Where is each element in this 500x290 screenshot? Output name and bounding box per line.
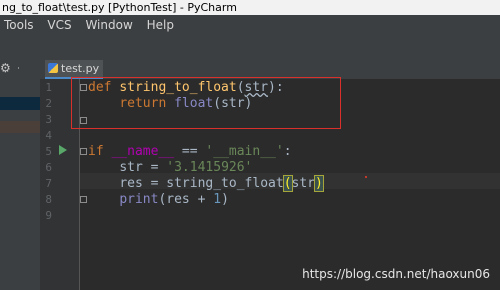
highlight-annotation-box <box>71 77 341 129</box>
menu-bar: Tools VCS Window Help <box>0 15 500 35</box>
operator: == <box>174 144 206 159</box>
variable: str <box>119 160 143 175</box>
line-number: 5 <box>45 145 52 158</box>
code-line-5[interactable]: if __name__ == '__main__': <box>88 144 292 160</box>
gear-icon[interactable]: ⚙ <box>0 62 12 74</box>
operator: = <box>142 160 167 175</box>
paren: ) <box>221 192 229 207</box>
sidebar-selected-item[interactable] <box>0 97 40 110</box>
sidebar-item[interactable] <box>0 121 40 133</box>
toolbar-row <box>0 35 500 60</box>
watermark: https://blog.csdn.net/haoxun06 <box>302 267 490 281</box>
menu-tools[interactable]: Tools <box>4 18 34 32</box>
string-literal: '3.1415926' <box>166 160 253 175</box>
line-number: 3 <box>45 113 52 126</box>
window-title: ng_to_float\test.py [PythonTest] - PyCha… <box>2 1 237 14</box>
colon: : <box>283 144 292 159</box>
code-line-7[interactable]: res = string_to_float(str) <box>88 175 324 192</box>
menu-vcs[interactable]: VCS <box>47 18 71 32</box>
run-arrow-icon[interactable] <box>59 145 67 155</box>
menu-window[interactable]: Window <box>85 18 132 32</box>
code-line-6[interactable]: str = '3.1415926' <box>88 160 252 176</box>
line-number: 6 <box>45 161 52 174</box>
error-marker <box>365 176 367 178</box>
dunder-name: __name__ <box>111 144 175 159</box>
line-number: 9 <box>45 209 52 222</box>
builtin: print <box>119 192 159 207</box>
line-number: 7 <box>45 177 52 190</box>
argument: str <box>291 176 315 191</box>
code-line-8[interactable]: print(res + 1) <box>88 192 229 208</box>
window-title-bar: ng_to_float\test.py [PythonTest] - PyCha… <box>0 0 500 15</box>
python-file-icon <box>48 63 58 73</box>
tab-label: test.py <box>61 62 100 75</box>
matched-bracket: ) <box>314 175 324 192</box>
line-number: 2 <box>45 97 52 110</box>
divider <box>18 67 19 69</box>
number-literal: 1 <box>213 192 222 207</box>
matched-bracket: ( <box>282 175 293 192</box>
fold-icon[interactable] <box>80 148 87 155</box>
line-number: 1 <box>45 81 52 94</box>
assignment: res = string_to_float <box>119 176 284 191</box>
string-literal: '__main__' <box>205 144 284 159</box>
line-number: 8 <box>45 193 52 206</box>
project-sidebar <box>0 60 40 290</box>
call-args: (res + <box>158 192 214 207</box>
menu-help[interactable]: Help <box>147 18 174 32</box>
keyword: if <box>88 144 104 159</box>
fold-end-icon[interactable] <box>80 196 87 203</box>
line-number: 4 <box>45 129 52 142</box>
